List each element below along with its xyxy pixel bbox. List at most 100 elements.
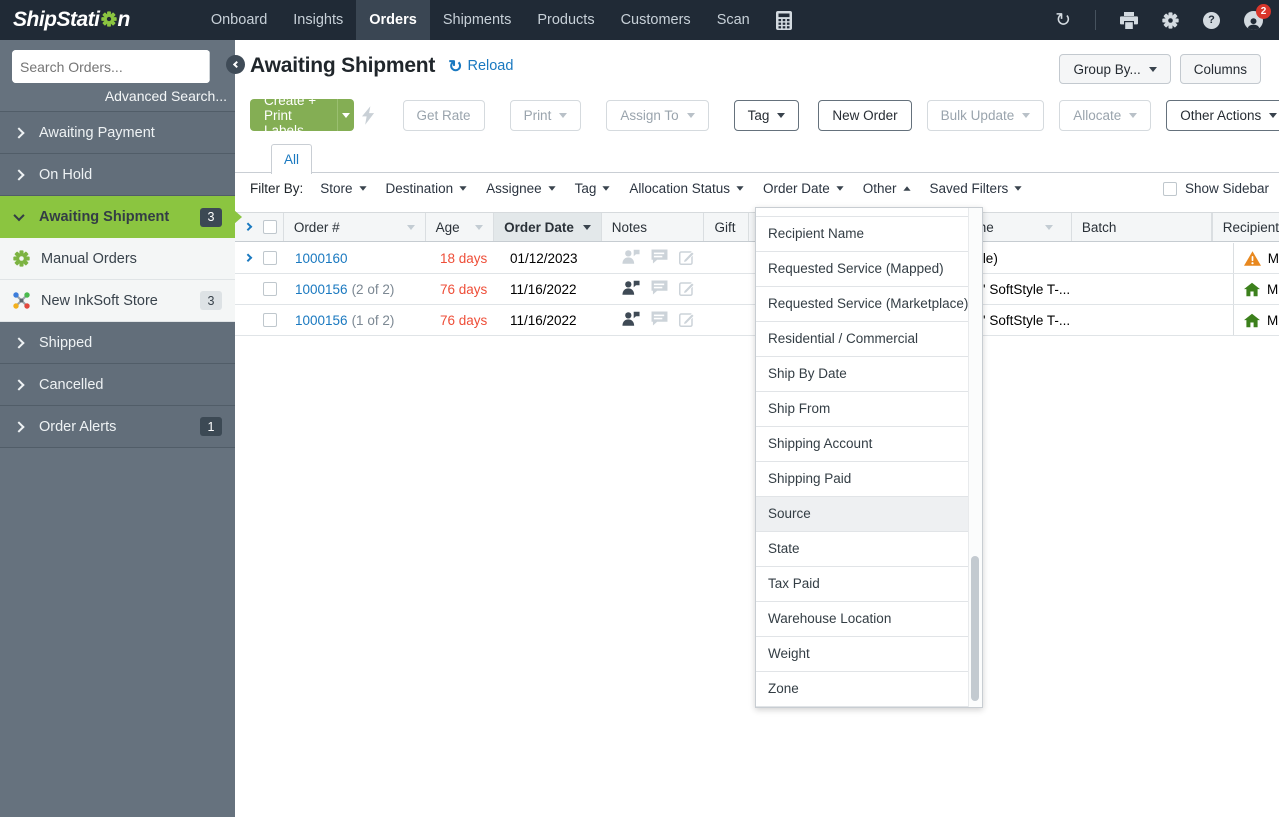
collapse-sidebar-button[interactable] bbox=[226, 55, 245, 74]
menu-item-ship-by-date[interactable]: Ship By Date bbox=[756, 357, 968, 392]
column-filter-icon[interactable] bbox=[1045, 225, 1053, 230]
edit-note-icon[interactable] bbox=[679, 311, 695, 330]
filter-assignee[interactable]: Assignee bbox=[486, 181, 556, 196]
show-sidebar-checkbox[interactable] bbox=[1163, 182, 1177, 196]
column-header-age[interactable]: Age bbox=[426, 213, 495, 241]
new-order-button[interactable]: New Order bbox=[818, 100, 911, 131]
edit-note-icon[interactable] bbox=[679, 249, 695, 268]
bulk-update-button[interactable]: Bulk Update bbox=[927, 100, 1045, 131]
search-button[interactable] bbox=[209, 50, 210, 83]
columns-button[interactable]: Columns bbox=[1180, 54, 1261, 84]
expand-row-button[interactable] bbox=[245, 255, 255, 261]
order-number-link[interactable]: 1000156 bbox=[295, 313, 348, 328]
column-header-batch[interactable]: Batch bbox=[1072, 213, 1212, 241]
print-queue-button[interactable] bbox=[1120, 12, 1138, 29]
order-number-link[interactable]: 1000160 bbox=[295, 251, 348, 266]
sidebar-item-on-hold[interactable]: On Hold bbox=[0, 154, 235, 196]
menu-item-residential-commercial[interactable]: Residential / Commercial bbox=[756, 322, 968, 357]
get-rate-button[interactable]: Get Rate bbox=[403, 100, 485, 131]
menu-item-tax-paid[interactable]: Tax Paid bbox=[756, 567, 968, 602]
nav-item-insights[interactable]: Insights bbox=[280, 0, 356, 40]
assign-to-button[interactable]: Assign To bbox=[606, 100, 708, 131]
nav-item-customers[interactable]: Customers bbox=[608, 0, 704, 40]
column-header-recipient[interactable]: Recipient bbox=[1212, 213, 1279, 241]
menu-item-ship-from[interactable]: Ship From bbox=[756, 392, 968, 427]
sidebar-item-awaiting-shipment[interactable]: Awaiting Shipment 3 bbox=[0, 196, 235, 238]
sidebar-item-new-inksoft-store[interactable]: New InkSoft Store 3 bbox=[0, 280, 235, 322]
group-by-button[interactable]: Group By... bbox=[1059, 54, 1170, 84]
advanced-search-link[interactable]: Advanced Search... bbox=[105, 88, 227, 104]
search-input[interactable] bbox=[12, 50, 209, 83]
menu-item-warehouse-location[interactable]: Warehouse Location bbox=[756, 602, 968, 637]
nav-item-shipments[interactable]: Shipments bbox=[430, 0, 525, 40]
column-header-notes[interactable]: Notes bbox=[602, 213, 705, 241]
menu-item-weight[interactable]: Weight bbox=[756, 637, 968, 672]
reload-icon: ↻ bbox=[448, 58, 462, 75]
column-header-order[interactable]: Order # bbox=[284, 213, 426, 241]
recipient-name[interactable]: M bbox=[1267, 313, 1278, 328]
column-filter-icon[interactable] bbox=[407, 225, 415, 230]
customer-note-icon[interactable] bbox=[622, 280, 640, 298]
row-checkbox[interactable] bbox=[263, 313, 277, 327]
other-actions-button[interactable]: Other Actions bbox=[1166, 100, 1279, 131]
row-checkbox[interactable] bbox=[263, 251, 277, 265]
sidebar-item-manual-orders[interactable]: Manual Orders bbox=[0, 238, 235, 280]
column-header-order-date[interactable]: Order Date bbox=[494, 213, 602, 241]
tag-button[interactable]: Tag bbox=[734, 100, 800, 131]
reload-button[interactable]: ↻ Reload bbox=[448, 58, 513, 75]
sort-desc-icon[interactable] bbox=[583, 225, 591, 230]
menu-item-requested-service-mapped[interactable]: Requested Service (Mapped) bbox=[756, 252, 968, 287]
column-header-gift[interactable]: Gift bbox=[704, 213, 748, 241]
menu-scrollbar-track[interactable] bbox=[968, 208, 982, 707]
account-menu-button[interactable]: 2 bbox=[1244, 11, 1263, 30]
sidebar-item-label: New InkSoft Store bbox=[41, 293, 158, 309]
edit-note-icon[interactable] bbox=[679, 280, 695, 299]
sidebar-item-awaiting-payment[interactable]: Awaiting Payment bbox=[0, 112, 235, 154]
filter-other[interactable]: Other bbox=[863, 181, 911, 196]
menu-item-source[interactable]: Source bbox=[756, 497, 968, 532]
expand-all-button[interactable] bbox=[245, 224, 255, 230]
menu-item-state[interactable]: State bbox=[756, 532, 968, 567]
row-checkbox[interactable] bbox=[263, 282, 277, 296]
filter-store[interactable]: Store bbox=[320, 181, 366, 196]
sidebar-item-cancelled[interactable]: Cancelled bbox=[0, 364, 235, 406]
menu-item-requested-service-marketplace[interactable]: Requested Service (Marketplace) bbox=[756, 287, 968, 322]
filter-order-date[interactable]: Order Date bbox=[763, 181, 844, 196]
select-all-checkbox[interactable] bbox=[263, 220, 277, 234]
menu-item-shipping-account[interactable]: Shipping Account bbox=[756, 427, 968, 462]
allocate-button[interactable]: Allocate bbox=[1059, 100, 1151, 131]
calculator-button[interactable] bbox=[763, 0, 805, 40]
menu-item-shipping-paid[interactable]: Shipping Paid bbox=[756, 462, 968, 497]
order-number-link[interactable]: 1000156 bbox=[295, 282, 348, 297]
customer-note-icon[interactable] bbox=[622, 249, 640, 267]
order-note-icon[interactable] bbox=[651, 249, 668, 267]
create-print-labels-button[interactable]: Create + Print Labels bbox=[250, 99, 354, 131]
refresh-button[interactable]: ↻ bbox=[1055, 11, 1071, 30]
order-note-icon[interactable] bbox=[651, 280, 668, 298]
recipient-name[interactable]: M bbox=[1268, 251, 1279, 266]
filter-allocation-status[interactable]: Allocation Status bbox=[629, 181, 744, 196]
help-button[interactable] bbox=[1203, 12, 1220, 29]
tab-all[interactable]: All bbox=[271, 144, 312, 174]
settings-button[interactable] bbox=[1162, 12, 1179, 29]
menu-item-zone[interactable]: Zone bbox=[756, 672, 968, 707]
group-by-label: Group By... bbox=[1073, 62, 1140, 77]
order-note-icon[interactable] bbox=[651, 311, 668, 329]
sidebar-item-shipped[interactable]: Shipped bbox=[0, 322, 235, 364]
customer-note-icon[interactable] bbox=[622, 311, 640, 329]
filter-tag[interactable]: Tag bbox=[575, 181, 611, 196]
column-filter-icon[interactable] bbox=[475, 225, 483, 230]
recipient-name[interactable]: M bbox=[1267, 282, 1278, 297]
sidebar-item-order-alerts[interactable]: Order Alerts 1 bbox=[0, 406, 235, 448]
filter-saved-filters[interactable]: Saved Filters bbox=[930, 181, 1023, 196]
print-button[interactable]: Print bbox=[510, 100, 582, 131]
filter-destination[interactable]: Destination bbox=[386, 181, 468, 196]
nav-item-products[interactable]: Products bbox=[524, 0, 607, 40]
nav-item-orders[interactable]: Orders bbox=[356, 0, 430, 40]
create-print-labels-dropdown[interactable] bbox=[337, 99, 354, 131]
shipstation-logo[interactable]: ShipStati n bbox=[13, 8, 130, 32]
nav-item-onboard[interactable]: Onboard bbox=[198, 0, 280, 40]
menu-item-recipient-name[interactable]: Recipient Name bbox=[756, 217, 968, 252]
nav-item-scan[interactable]: Scan bbox=[704, 0, 763, 40]
menu-scrollbar-thumb[interactable] bbox=[971, 556, 979, 701]
